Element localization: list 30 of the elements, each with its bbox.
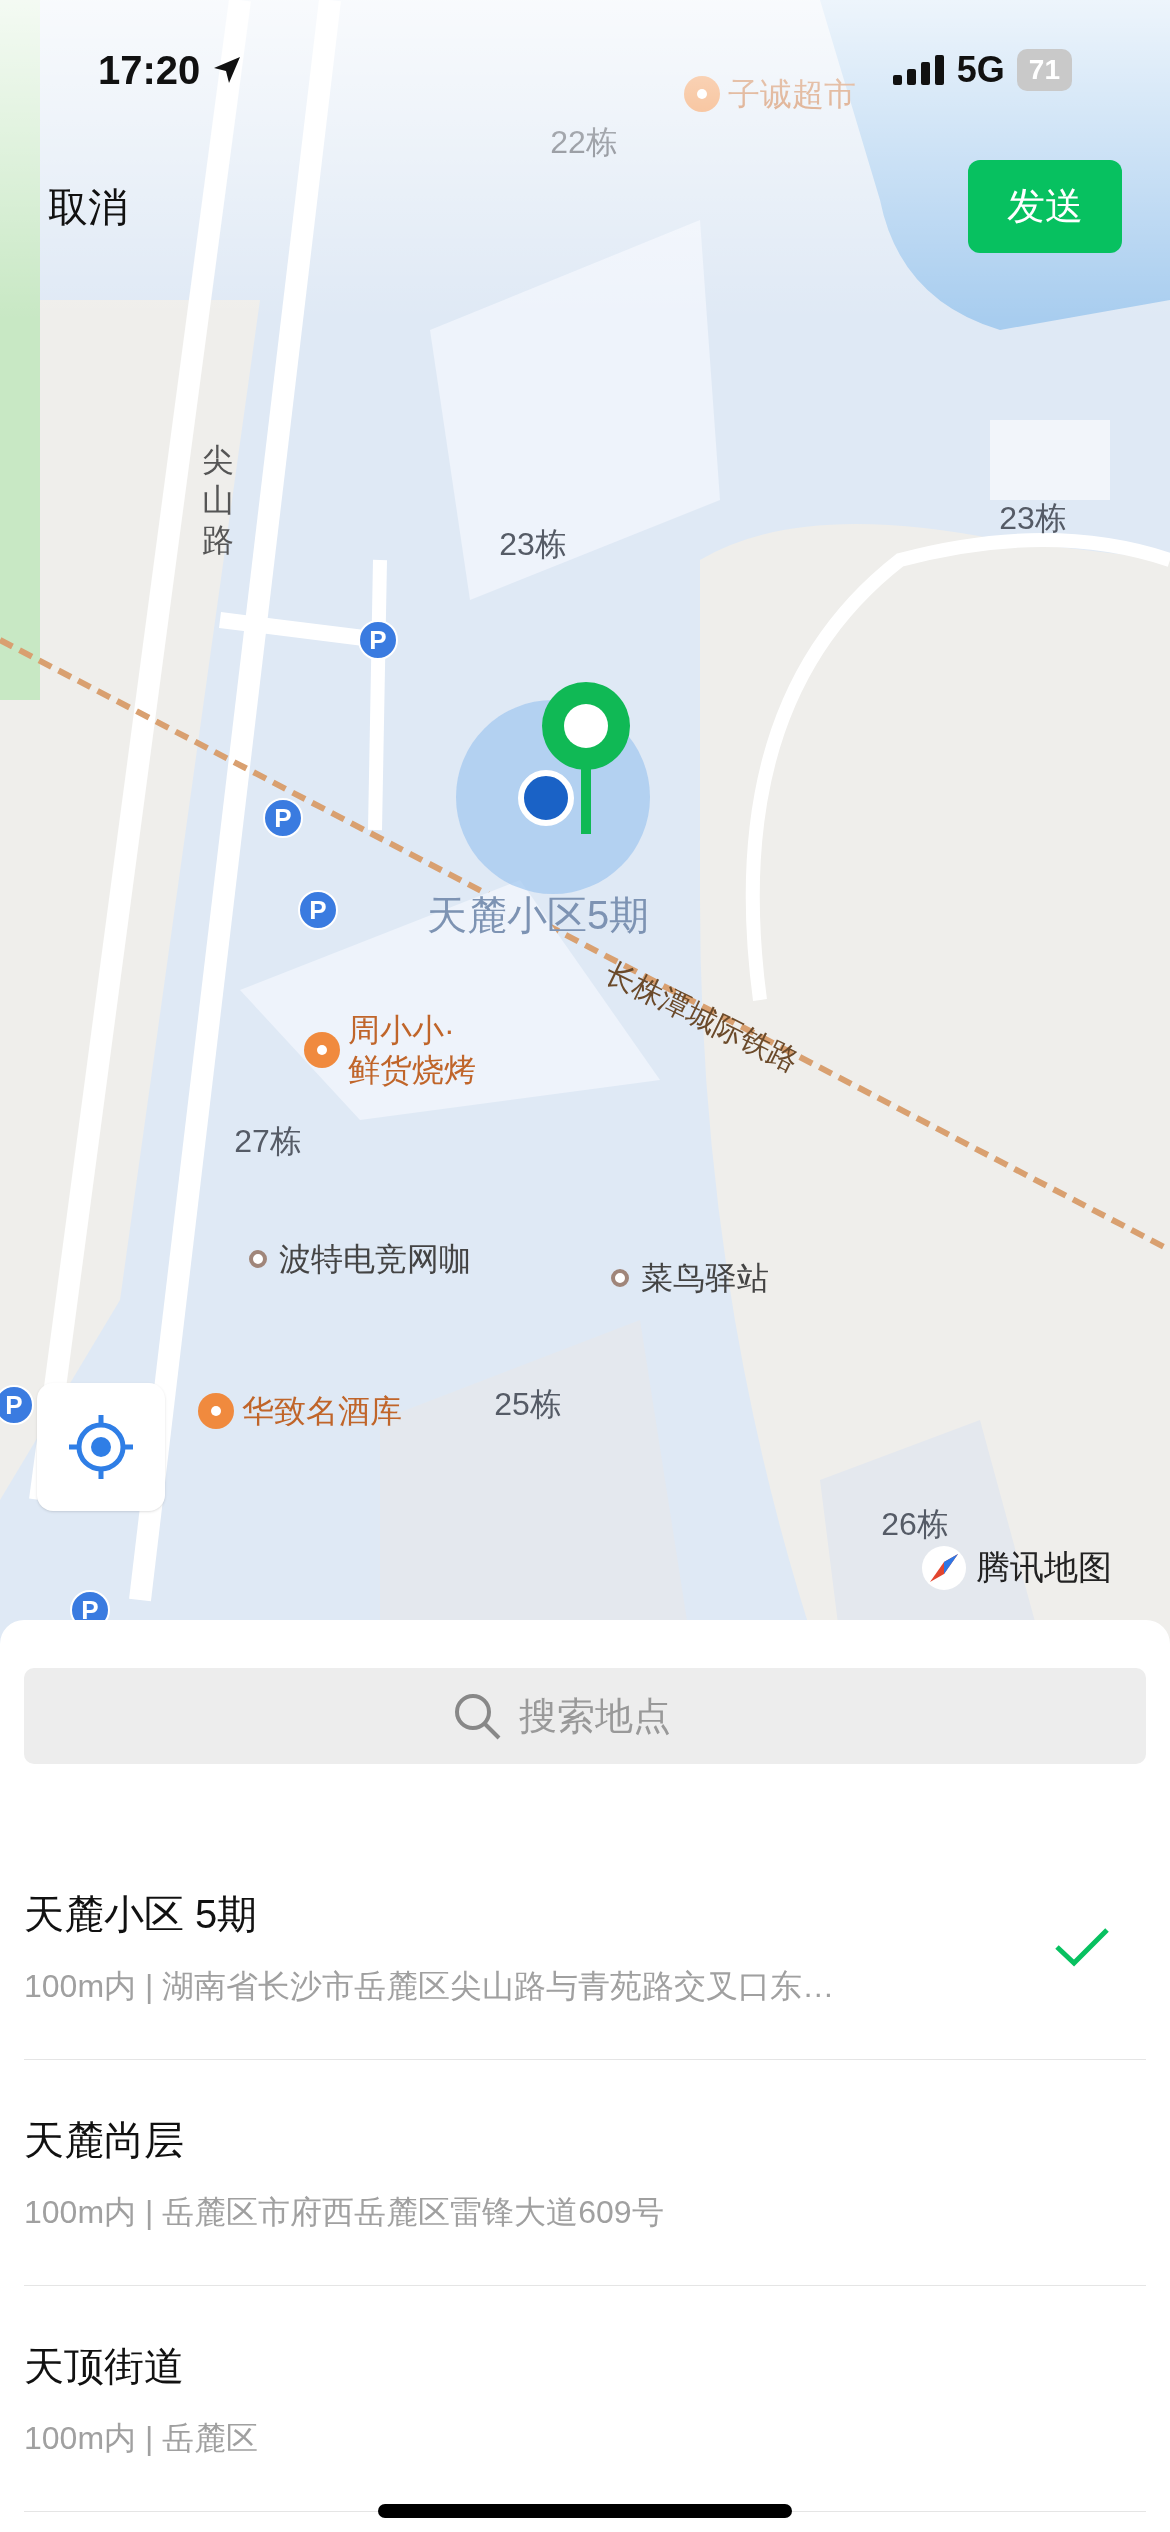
building-label: 23栋: [499, 525, 567, 564]
place-name: 天顶街道: [24, 2342, 185, 2390]
railway-label: 长株潭城际铁路: [599, 954, 805, 1080]
status-time: 17:20: [98, 47, 201, 94]
place-address: 100m内 | 岳麓区市府西岳麓区雷锋大道609号: [24, 2192, 664, 2232]
compass-logo-icon: [920, 1543, 968, 1592]
area-label: 天麓小区5期: [426, 892, 650, 939]
road-label: 尖山路: [202, 441, 234, 560]
location-arrow-icon: [212, 55, 243, 85]
building-label: 26栋: [881, 1505, 949, 1544]
place-address: 100m内 | 湖南省长沙市岳麓区尖山路与青苑路交叉口东…: [24, 1966, 835, 2006]
place-label: 波特电竞网咖: [279, 1240, 471, 1279]
search-field[interactable]: 搜索地点: [24, 1668, 1146, 1764]
place-label: 子诚超市: [728, 75, 856, 114]
place-address: 100m内 | 岳麓区: [24, 2418, 259, 2458]
place-name: 天麓小区 5期: [24, 1890, 259, 1938]
building-label: 22栋: [550, 123, 618, 162]
building-label: 27栋: [234, 1122, 302, 1161]
locate-button[interactable]: [37, 1383, 165, 1511]
building-label: 23栋: [999, 499, 1067, 538]
cancel-button[interactable]: 取消: [48, 176, 128, 237]
map-attribution: 腾讯地图: [976, 1547, 1112, 1588]
place-label: 菜鸟驿站: [641, 1259, 769, 1298]
place-label: 周小小· 鲜货烧烤: [348, 1011, 476, 1090]
search-input[interactable]: 搜索地点: [519, 1687, 719, 1745]
place-name: 天麓尚层: [24, 2116, 185, 2164]
building-label: 25栋: [494, 1385, 562, 1424]
network-label: 5G: [956, 48, 1005, 92]
signal-icon: [892, 55, 945, 85]
place-label: 华致名酒库: [242, 1392, 402, 1431]
